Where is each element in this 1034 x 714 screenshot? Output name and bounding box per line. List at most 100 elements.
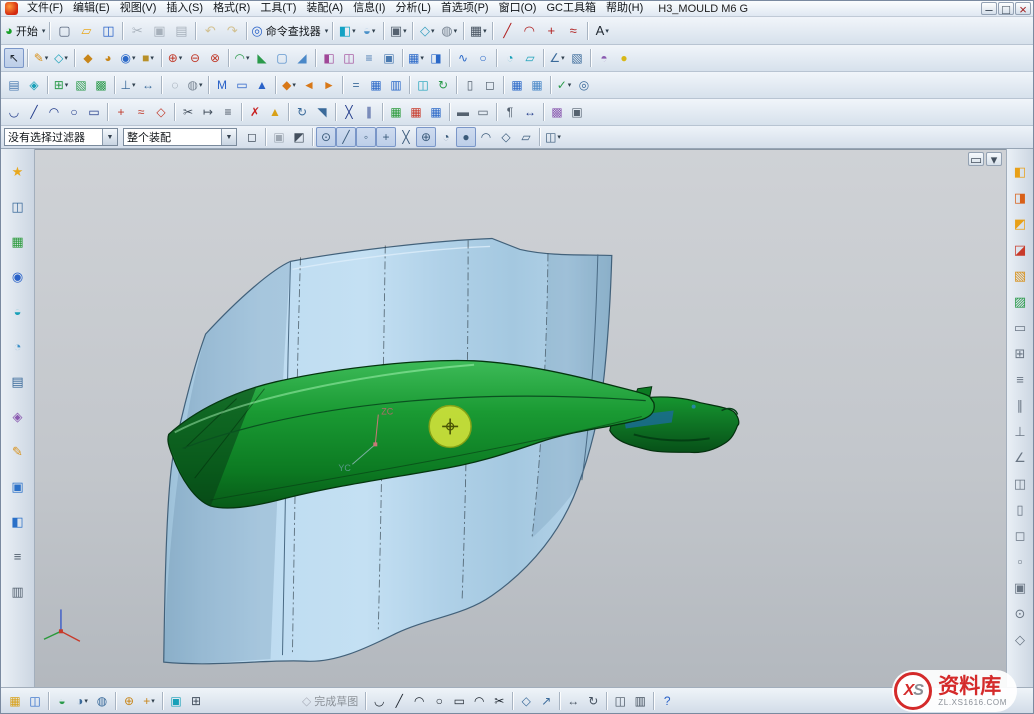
tool-parallel[interactable]: ∥ — [1010, 395, 1030, 415]
manufacturing-app-button[interactable]: ▲ — [252, 75, 272, 95]
rotate-tool-button[interactable]: ↻ — [583, 691, 603, 711]
constraint-navigator-panel[interactable]: ◫ — [8, 196, 28, 216]
save-file-button[interactable]: ◫ — [97, 20, 119, 42]
update-session-button[interactable]: ↻ — [433, 75, 453, 95]
material-button[interactable]: ◓ — [594, 48, 614, 68]
arc-center-snap[interactable]: ⊕ — [416, 127, 436, 147]
delete-button[interactable]: ✗ — [245, 102, 265, 122]
extend-curve-button[interactable]: ↦ — [198, 102, 218, 122]
line-tool-button[interactable]: ╱ — [389, 691, 409, 711]
menu-item[interactable]: 装配(A) — [301, 1, 348, 16]
general-selection-filter-button[interactable]: ◻ — [242, 127, 262, 147]
visualize-button[interactable]: ● — [614, 48, 634, 68]
templates-panel[interactable]: ◧ — [8, 511, 28, 531]
polygon-button[interactable]: ◇ — [151, 102, 171, 122]
circle-button[interactable]: ○ — [64, 102, 84, 122]
work-layer-button[interactable]: ◫ — [25, 691, 45, 711]
menu-item[interactable]: 编辑(E) — [68, 1, 115, 16]
ruled-surface-button[interactable]: ▱ — [520, 48, 540, 68]
scale-transform-button[interactable]: ◥ — [312, 102, 332, 122]
synchronous-modeling-button[interactable]: ◆▾ — [279, 75, 299, 95]
unite-button[interactable]: ⊕▾ — [165, 48, 185, 68]
fit-view-button[interactable]: ⊞ — [186, 691, 206, 711]
start-menu-button[interactable]: ◕开始▾ — [4, 20, 46, 42]
wave-geometry-button[interactable]: ◈ — [24, 75, 44, 95]
arrangements-button[interactable]: ◍▾ — [185, 75, 205, 95]
check-mate-button[interactable]: ✓▾ — [554, 75, 574, 95]
end-point-snap[interactable]: ╱ — [336, 127, 356, 147]
dimension-button[interactable]: ↔ — [520, 102, 540, 122]
orient-view-button[interactable]: ◇▾ — [416, 20, 438, 42]
text-tool-button[interactable]: A▾ — [591, 20, 613, 42]
quick-trim-button[interactable]: ✂ — [489, 691, 509, 711]
task-pane-button[interactable]: ▥ — [630, 691, 650, 711]
sketch-button[interactable]: ✎▾ — [31, 48, 51, 68]
pattern-red-button[interactable]: ▦ — [406, 102, 426, 122]
tool-dot[interactable]: ▫ — [1010, 551, 1030, 571]
tool-list[interactable]: ≡ — [1010, 369, 1030, 389]
warning-button[interactable]: ▲ — [265, 102, 285, 122]
set-wcs-button[interactable]: +▾ — [139, 691, 159, 711]
offset-surface-button[interactable]: ≡ — [359, 48, 379, 68]
offset-curve-button[interactable]: ≡ — [218, 102, 238, 122]
window-split-button[interactable]: ◫ — [610, 691, 630, 711]
point-on-curve-snap[interactable]: ◠ — [476, 127, 496, 147]
snap-point-toggle[interactable]: ⊙ — [316, 127, 336, 147]
tube-button[interactable]: ○ — [473, 48, 493, 68]
history-panel[interactable]: ◔ — [8, 336, 28, 356]
system-materials-panel[interactable]: ▤ — [8, 371, 28, 391]
show-hide-button[interactable]: ◑▾ — [72, 691, 92, 711]
tool-angle[interactable]: ∠ — [1010, 447, 1030, 467]
menu-item[interactable]: GC工具箱 — [541, 1, 601, 16]
tool-fixture[interactable]: ⊞ — [1010, 343, 1030, 363]
chevron-down-icon[interactable]: ▼ — [221, 129, 236, 145]
tool-target[interactable]: ⊙ — [1010, 603, 1030, 623]
menu-item[interactable]: 视图(V) — [115, 1, 162, 16]
intersection-snap[interactable]: ╳ — [396, 127, 416, 147]
control-point-snap[interactable]: + — [376, 127, 396, 147]
existing-point-snap[interactable]: ● — [456, 127, 476, 147]
annotation-button[interactable]: ¶ — [500, 102, 520, 122]
menu-item[interactable]: 插入(S) — [161, 1, 208, 16]
modeling-app-button[interactable]: M — [212, 75, 232, 95]
move-face-button[interactable]: ◄ — [299, 75, 319, 95]
interpart-link-button[interactable]: ◫ — [413, 75, 433, 95]
intersect-button[interactable]: ⊗ — [205, 48, 225, 68]
arc-curve-button[interactable]: ◠ — [518, 20, 540, 42]
add-component-button[interactable]: ⊞▾ — [51, 75, 71, 95]
palette-measures[interactable]: ▨ — [1010, 291, 1030, 311]
menu-item[interactable]: 窗口(O) — [494, 1, 542, 16]
bounded-plane-snap[interactable]: ▱ — [516, 127, 536, 147]
move-component-button[interactable]: ↔ — [138, 75, 158, 95]
hole-button[interactable]: ◉▾ — [118, 48, 138, 68]
mirror-feature-button[interactable]: ◨ — [426, 48, 446, 68]
vector-tool-button[interactable]: ↗ — [536, 691, 556, 711]
menu-item[interactable]: 首选项(P) — [436, 1, 494, 16]
menu-item[interactable]: 分析(L) — [390, 1, 435, 16]
pattern-feature-button[interactable]: ▦▾ — [406, 48, 426, 68]
hd3d-tools-panel[interactable]: ◒ — [8, 301, 28, 321]
tool-frame[interactable]: ◫ — [1010, 473, 1030, 493]
grid-pattern-b-button[interactable]: ▦ — [527, 75, 547, 95]
layer-settings-button[interactable]: ▣▾ — [387, 20, 409, 42]
align-left-button[interactable]: ▬ — [453, 102, 473, 122]
tool-card[interactable]: ▯ — [1010, 499, 1030, 519]
component-selection-button[interactable]: ◫▾ — [543, 127, 563, 147]
process-studio-panel[interactable]: ◈ — [8, 406, 28, 426]
chamfer-button[interactable]: ◣ — [252, 48, 272, 68]
point-button[interactable]: + — [540, 20, 562, 42]
highlight-button[interactable]: ◩ — [289, 127, 309, 147]
render-style-button[interactable]: ◍▾ — [438, 20, 460, 42]
palette-favorites[interactable]: ◧ — [1010, 161, 1030, 181]
cursor-select-button[interactable]: ↖ — [4, 48, 24, 68]
object-display-button[interactable]: ◒ — [52, 691, 72, 711]
reference-set-button[interactable]: ◌ — [165, 75, 185, 95]
mid-point-snap[interactable]: ◦ — [356, 127, 376, 147]
drafting-app-button[interactable]: ▭ — [232, 75, 252, 95]
pattern-blue-button[interactable]: ▦ — [426, 102, 446, 122]
tool-panel[interactable]: ▣ — [1010, 577, 1030, 597]
tool-plane[interactable]: ◇ — [1010, 629, 1030, 649]
command-finder-button[interactable]: ◎命令查找器▾ — [250, 20, 329, 42]
point-curve-button[interactable]: + — [111, 102, 131, 122]
menu-item[interactable]: 工具(T) — [255, 1, 301, 16]
